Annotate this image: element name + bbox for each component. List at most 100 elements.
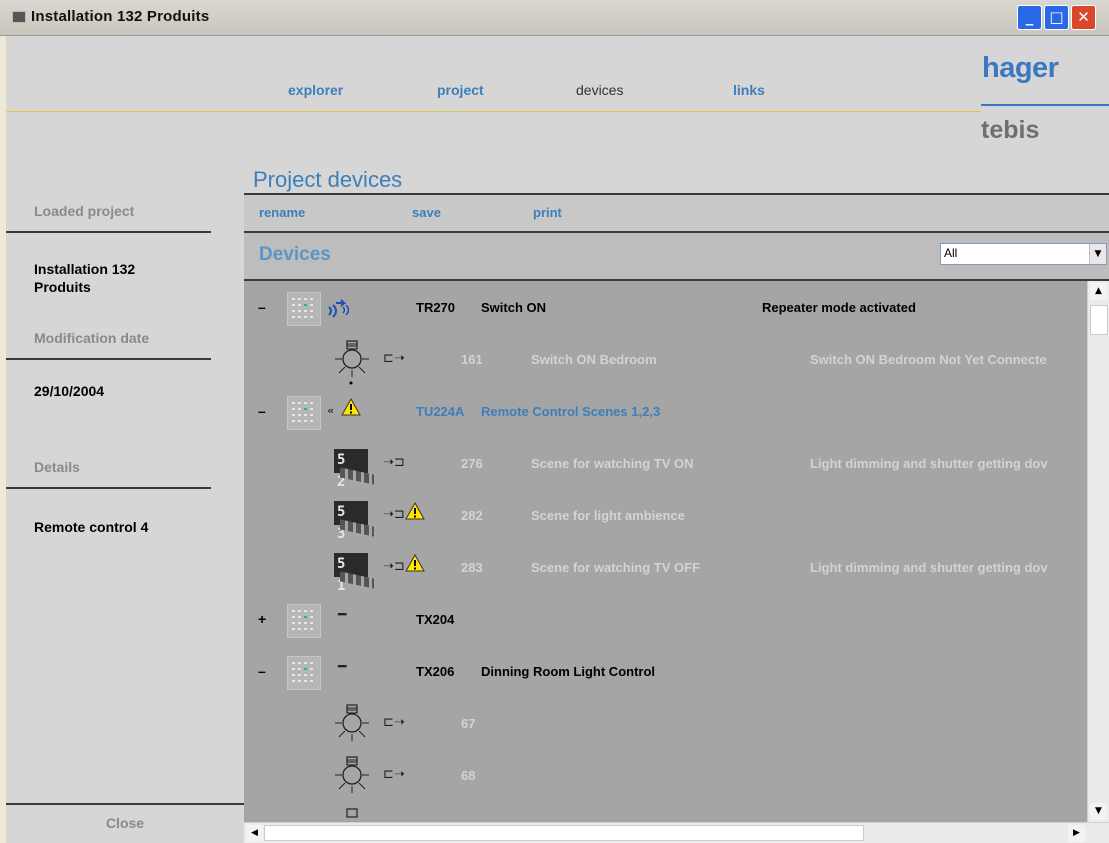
rename-button[interactable]: rename	[259, 205, 305, 220]
left-panel: Loaded project Installation 132 Produits…	[6, 161, 244, 843]
device-row[interactable]: – « TU224A Remote Control Scenes 1,2,3	[244, 389, 1087, 441]
channel-name: Scene for watching TV ON	[531, 456, 694, 471]
expand-toggle[interactable]: +	[258, 611, 266, 627]
horizontal-scrollbar[interactable]: ◀ ▶	[244, 822, 1109, 843]
header-divider	[6, 111, 981, 112]
scroll-up-icon[interactable]: ▲	[1090, 283, 1107, 300]
devices-header: Devices All ▼	[244, 233, 1109, 279]
device-filter-select[interactable]: All ▼	[940, 243, 1107, 265]
device-module-icon	[287, 396, 321, 430]
save-button[interactable]: save	[412, 205, 441, 220]
scene-button-icon: 5 3	[334, 501, 378, 542]
device-code: TX204	[416, 612, 455, 627]
device-channel-row[interactable]	[244, 805, 1087, 822]
scroll-right-icon[interactable]: ▶	[1068, 825, 1085, 842]
device-row[interactable]: – TR270 Switch ON Repeater mode activate…	[244, 285, 1087, 337]
vertical-scrollbar[interactable]: ▲ ▼	[1087, 281, 1109, 822]
channel-name: Scene for light ambience	[531, 508, 685, 523]
app-window: explorer project devices links hager teb…	[6, 36, 1109, 843]
device-channel-row[interactable]: 5 3 ➝⊐ 282 Scene for light ambience	[244, 493, 1087, 545]
toolbar: rename save print	[244, 195, 1109, 231]
minimize-button[interactable]: _	[1017, 5, 1042, 30]
collapse-toggle[interactable]: –	[258, 403, 266, 419]
device-row[interactable]: – ━ TX206 Dinning Room Light Control	[244, 649, 1087, 701]
chevron-down-icon[interactable]: ▼	[1089, 244, 1106, 264]
nav-project[interactable]: project	[437, 82, 484, 98]
channel-description: Light dimming and shutter getting dov	[810, 560, 1048, 575]
lamp-icon	[335, 756, 369, 793]
device-name: Switch ON	[481, 300, 547, 315]
scroll-left-icon[interactable]: ◀	[246, 825, 263, 842]
device-channel-row[interactable]: 5 1 ➝⊐ 283 Scene for watching TV OFF Lig…	[244, 545, 1087, 597]
wired-bus-icon: ━	[338, 607, 347, 623]
channel-code: 282	[461, 508, 483, 523]
device-description: Repeater mode activated	[762, 300, 916, 315]
loaded-project-label: Loaded project	[34, 203, 135, 219]
brand-hager: hager	[982, 52, 1059, 84]
input-icon: ➝⊐	[383, 559, 405, 574]
channel-code: 276	[461, 456, 483, 471]
main-content: Project devices rename save print Device…	[244, 161, 1109, 843]
lamp-icon	[335, 704, 369, 741]
warning-icon	[405, 554, 425, 572]
modification-date-label: Modification date	[34, 330, 150, 346]
nav-explorer[interactable]: explorer	[288, 82, 343, 98]
loaded-project-value: Installation 132 Produits	[34, 261, 136, 295]
output-icon: ⊏➝	[383, 351, 405, 366]
details-value: Remote control 4	[34, 519, 149, 535]
wired-bus-icon: ━	[338, 659, 347, 675]
channel-code: 67	[461, 716, 476, 731]
details-label: Details	[34, 459, 80, 475]
nav-links[interactable]: links	[733, 82, 765, 98]
scroll-thumb[interactable]	[1090, 305, 1108, 335]
devices-list[interactable]: – TR270 Switch ON Repeater mode activate…	[244, 281, 1087, 822]
page-title: Project devices	[253, 167, 403, 192]
modification-date-value: 29/10/2004	[34, 383, 105, 399]
brand-divider	[981, 104, 1109, 106]
device-channel-row[interactable]: ⊏➝ 161 Switch ON Bedroom Switch ON Bedro…	[244, 337, 1087, 389]
collapse-toggle[interactable]: –	[258, 663, 266, 679]
channel-code: 283	[461, 560, 483, 575]
channel-name: Switch ON Bedroom	[531, 352, 657, 367]
window-title: Installation 132 Produits	[31, 8, 210, 25]
lamp-icon	[346, 808, 358, 818]
scene-button-icon: 5 2	[334, 449, 378, 490]
device-name: Dinning Room Light Control	[481, 664, 656, 679]
device-row[interactable]: + ━ TX204	[244, 597, 1087, 649]
close-window-button[interactable]: ✕	[1071, 5, 1096, 30]
collapse-toggle[interactable]: –	[258, 299, 266, 315]
radio-emitter-icon: «	[327, 404, 335, 417]
scene-button-icon: 5 1	[334, 553, 378, 594]
warning-icon	[405, 502, 425, 520]
device-channel-row[interactable]: 5 2 ➝⊐ 276 Scene for watching TV ON Ligh…	[244, 441, 1087, 493]
print-button[interactable]: print	[533, 205, 562, 220]
channel-name: Scene for watching TV OFF	[531, 560, 701, 575]
radio-repeater-icon	[327, 297, 350, 323]
scroll-down-icon[interactable]: ▼	[1090, 803, 1107, 820]
device-module-icon	[287, 292, 321, 326]
device-name: Remote Control Scenes 1,2,3	[481, 404, 661, 419]
input-icon: ➝⊐	[383, 455, 405, 470]
input-icon: ➝⊐	[383, 507, 405, 522]
left-divider	[6, 358, 211, 360]
output-icon: ⊏➝	[383, 715, 405, 730]
channel-description: Switch ON Bedroom Not Yet Connecte	[810, 352, 1047, 367]
left-divider	[6, 231, 211, 233]
devices-title: Devices	[259, 244, 331, 265]
device-filter-value: All	[944, 246, 958, 260]
output-icon: ⊏➝	[383, 767, 405, 782]
close-button[interactable]: Close	[6, 805, 244, 843]
nav-devices[interactable]: devices	[576, 82, 623, 98]
app-icon	[12, 11, 26, 23]
title-bar: Installation 132 Produits _ □ ✕	[0, 0, 1109, 36]
device-channel-row[interactable]: ⊏➝ 68	[244, 753, 1087, 805]
device-code: TU224A	[416, 404, 465, 419]
device-channel-row[interactable]: ⊏➝ 67	[244, 701, 1087, 753]
left-divider	[6, 487, 211, 489]
maximize-button[interactable]: □	[1044, 5, 1069, 30]
scroll-thumb[interactable]	[264, 825, 864, 841]
header: explorer project devices links hager teb…	[6, 36, 1109, 161]
device-code: TX206	[416, 664, 455, 679]
channel-code: 68	[461, 768, 476, 783]
channel-description: Light dimming and shutter getting dov	[810, 456, 1048, 471]
